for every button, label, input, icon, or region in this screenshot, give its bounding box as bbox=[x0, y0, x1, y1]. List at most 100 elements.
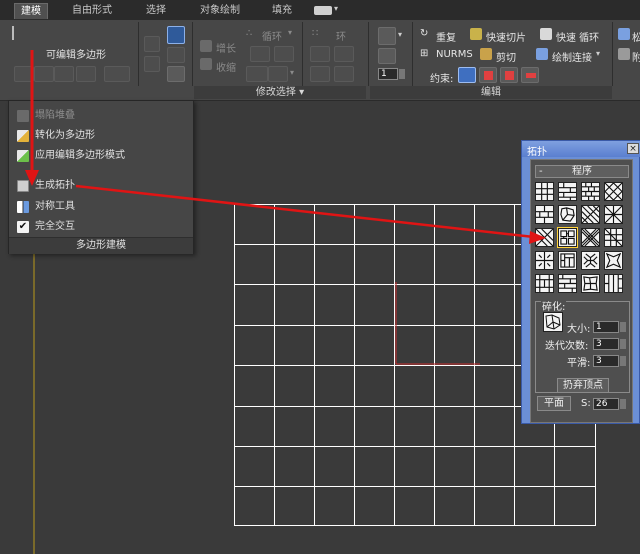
cut-button[interactable]: 剪切 bbox=[496, 49, 516, 64]
topology-pattern-button[interactable] bbox=[557, 227, 578, 248]
generate-topology-icon bbox=[17, 180, 29, 192]
ring-icon: ∷ bbox=[312, 28, 319, 39]
border-mode-button[interactable] bbox=[54, 66, 74, 82]
menu-item-apply-edit-poly[interactable]: 应用编辑多边形模式 bbox=[13, 147, 189, 165]
plane-button[interactable]: 平面 bbox=[537, 396, 571, 411]
constraint-normal-button[interactable] bbox=[521, 67, 539, 83]
topology-pattern-button[interactable] bbox=[604, 274, 623, 293]
constraint-face-button[interactable] bbox=[500, 67, 518, 83]
ring-next-button[interactable] bbox=[334, 66, 354, 82]
topology-pattern-button[interactable] bbox=[558, 205, 577, 224]
drop-vertices-button[interactable]: 扔弃顶点 bbox=[557, 378, 609, 393]
chevron-down-icon[interactable]: ▾ bbox=[334, 4, 338, 13]
loop-dots-button[interactable] bbox=[268, 66, 288, 82]
loop-grow-button[interactable] bbox=[250, 46, 270, 62]
apply-edit-poly-icon bbox=[17, 150, 29, 162]
topology-pattern-button[interactable] bbox=[581, 182, 600, 201]
editable-poly-label[interactable]: 可编辑多边形 bbox=[46, 46, 106, 61]
paint-connect-dropdown-icon[interactable]: ▾ bbox=[596, 49, 600, 58]
tab-object-paint[interactable]: 对象绘制 bbox=[194, 3, 246, 18]
tab-populate[interactable]: 填充 bbox=[266, 3, 298, 18]
paint-connect-button[interactable]: 绘制连接 bbox=[552, 49, 592, 64]
topology-pattern-button[interactable] bbox=[558, 182, 577, 201]
ribbon-tab-bar: 建模 自由形式 选择 对象绘制 填充 ▾ bbox=[0, 0, 640, 21]
constraint-button[interactable] bbox=[144, 56, 160, 72]
topology-pattern-button[interactable] bbox=[581, 205, 600, 224]
select-mode-button[interactable] bbox=[378, 48, 396, 64]
s-label: S: bbox=[581, 398, 591, 409]
menu-item-symmetry-tool[interactable]: 对称工具 bbox=[13, 198, 189, 216]
ribbon-options-icon[interactable] bbox=[314, 6, 332, 15]
ring-prev-button[interactable] bbox=[310, 66, 330, 82]
topology-pattern-button[interactable] bbox=[535, 205, 554, 224]
loop-mode-dropdown-icon[interactable]: ▾ bbox=[290, 68, 294, 77]
nurms-button[interactable]: NURMS bbox=[436, 49, 473, 60]
topology-pattern-button[interactable] bbox=[558, 274, 577, 293]
ring-label[interactable]: 环 bbox=[336, 28, 346, 43]
topology-pattern-button[interactable] bbox=[535, 274, 554, 293]
collapse-stack-icon bbox=[17, 110, 29, 122]
menu-item-convert-to-poly[interactable]: 转化为多边形 bbox=[13, 127, 189, 145]
checkbox-icon[interactable]: ✔ bbox=[17, 221, 29, 233]
menu-item-collapse-stack[interactable]: 塌陷堆叠 bbox=[13, 107, 189, 125]
polygon-mode-button[interactable] bbox=[76, 66, 96, 82]
size-spinner[interactable]: 1 bbox=[593, 321, 626, 333]
s-spinner[interactable]: 26 bbox=[593, 398, 626, 410]
edge-mode-button[interactable] bbox=[34, 66, 54, 82]
topology-pattern-button[interactable] bbox=[535, 182, 554, 201]
dialog-title-bar[interactable]: 拓扑 × bbox=[522, 141, 640, 158]
topology-pattern-button[interactable] bbox=[558, 251, 577, 270]
loop-label[interactable]: 循环 bbox=[262, 28, 282, 43]
preserve-uvs-button[interactable] bbox=[144, 36, 160, 52]
tab-modeling[interactable]: 建模 bbox=[14, 3, 48, 19]
pivot-button[interactable] bbox=[167, 66, 185, 82]
topology-pattern-button[interactable] bbox=[581, 251, 600, 270]
attach-label[interactable]: 附 bbox=[632, 49, 640, 64]
by-angle-button[interactable] bbox=[167, 47, 185, 63]
vertex-mode-button[interactable] bbox=[14, 66, 34, 82]
topology-dialog[interactable]: 拓扑 × - 程序 碎化: 大小: 1 迭代次数: 3 平滑: 3 扔弃顶点 平… bbox=[521, 140, 640, 424]
collapse-handle[interactable] bbox=[12, 26, 14, 40]
polygon-modeling-footer[interactable]: 多边形建模 bbox=[9, 237, 193, 254]
smooth-label: 平滑: bbox=[567, 358, 591, 369]
topology-pattern-button[interactable] bbox=[581, 228, 600, 247]
relax-label[interactable]: 松 bbox=[632, 29, 640, 44]
edit-footer[interactable]: 编辑 bbox=[370, 86, 612, 99]
repeat-button[interactable]: 重复 bbox=[436, 29, 456, 44]
topology-pattern-button[interactable] bbox=[604, 182, 623, 201]
ring-grow-button[interactable] bbox=[310, 46, 330, 62]
smooth-spinner[interactable]: 3 bbox=[593, 355, 626, 367]
loop-mode-button[interactable] bbox=[246, 66, 268, 82]
ring-shrink-button[interactable] bbox=[334, 46, 354, 62]
close-button[interactable]: × bbox=[627, 143, 639, 154]
element-mode-button[interactable] bbox=[104, 66, 130, 82]
grow-label[interactable]: 增长 bbox=[216, 40, 236, 55]
menu-item-generate-topology[interactable]: 生成拓扑 bbox=[13, 177, 189, 195]
topology-pattern-button[interactable] bbox=[604, 228, 623, 247]
loop-dropdown-icon[interactable]: ▾ bbox=[288, 28, 292, 37]
modify-selection-footer[interactable]: 修改选择 ▾ bbox=[194, 86, 366, 99]
subdivide-pattern-button[interactable] bbox=[543, 312, 563, 332]
iterations-spinner[interactable]: 3 bbox=[593, 338, 626, 350]
topology-pattern-button[interactable] bbox=[535, 228, 554, 247]
quickloop-button[interactable]: 快速 循环 bbox=[556, 29, 599, 44]
topology-pattern-button[interactable] bbox=[535, 251, 554, 270]
preview-selection-button[interactable] bbox=[378, 27, 396, 45]
loop-shrink-button[interactable] bbox=[274, 46, 294, 62]
procedure-label: 程序 bbox=[572, 166, 592, 177]
size-label: 大小: bbox=[567, 324, 591, 335]
procedure-rollout-header[interactable]: - 程序 bbox=[535, 165, 629, 178]
menu-item-full-interactivity[interactable]: ✔ 完全交互 bbox=[13, 218, 189, 236]
topology-pattern-button[interactable] bbox=[604, 205, 623, 224]
shrink-label[interactable]: 收缩 bbox=[216, 59, 236, 74]
edit-spinner[interactable]: 1 bbox=[378, 68, 405, 80]
tab-freeform[interactable]: 自由形式 bbox=[66, 3, 118, 18]
constraint-none-button[interactable] bbox=[458, 67, 476, 83]
tab-selection[interactable]: 选择 bbox=[140, 3, 172, 18]
constraint-edge-button[interactable] bbox=[479, 67, 497, 83]
preview-dropdown-icon[interactable]: ▾ bbox=[398, 30, 402, 39]
topology-pattern-button[interactable] bbox=[581, 274, 600, 293]
quickslice-button[interactable]: 快速切片 bbox=[486, 29, 526, 44]
topology-pattern-button[interactable] bbox=[604, 251, 623, 270]
ignore-backfacing-button[interactable] bbox=[167, 26, 185, 44]
